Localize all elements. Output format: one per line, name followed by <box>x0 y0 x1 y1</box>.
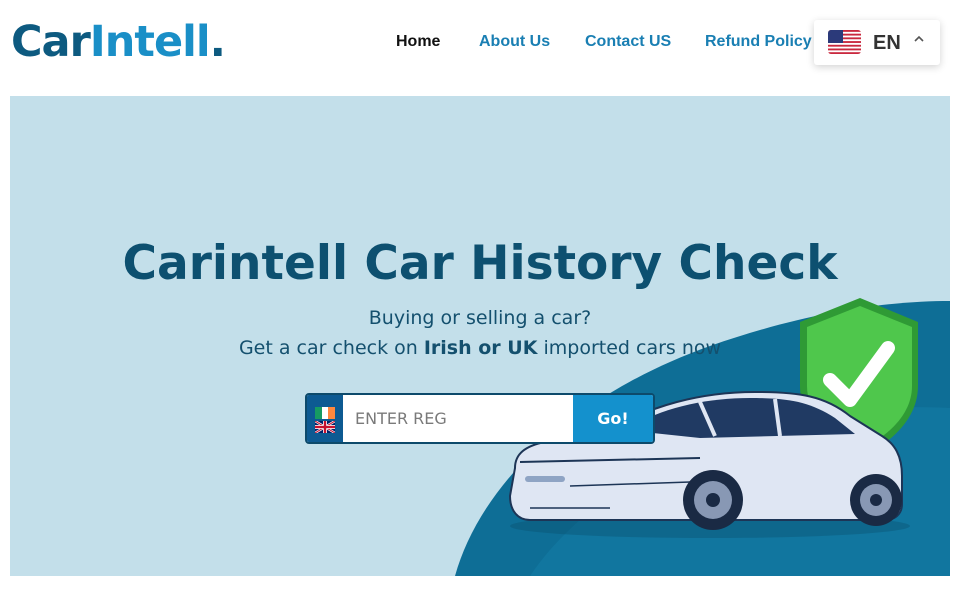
logo-part-dot: . <box>209 17 226 67</box>
go-button[interactable]: Go! <box>573 395 653 442</box>
carintell-logo[interactable]: CarIntell. <box>11 14 226 70</box>
uk-flag-icon <box>315 421 335 433</box>
nav-refund-policy[interactable]: Refund Policy <box>705 32 812 52</box>
nav-contact-us[interactable]: Contact US <box>585 32 671 52</box>
reg-input[interactable] <box>343 395 573 442</box>
hero-subtitle-line1: Buying or selling a car? <box>368 307 592 329</box>
chevron-up-icon <box>914 35 924 42</box>
language-selector[interactable]: EN <box>814 20 940 65</box>
logo-part-car: Car <box>11 17 91 67</box>
hero-section: Carintell Car History Check Buying or se… <box>10 96 950 576</box>
nav-about-us[interactable]: About Us <box>479 32 550 52</box>
logo-part-intell: Intell <box>89 17 211 67</box>
hero-title: Carintell Car History Check <box>122 236 838 291</box>
flag-box <box>307 395 343 442</box>
ireland-flag-icon <box>315 407 335 419</box>
reg-search-box: Go! <box>305 393 655 444</box>
language-code: EN <box>873 32 901 54</box>
subtitle-bold-text: Irish or UK <box>423 337 538 359</box>
subtitle-text: Get a car check on <box>238 337 424 359</box>
site-header: CarIntell. Home About Us Contact US Refu… <box>0 0 960 90</box>
us-flag-icon <box>828 30 861 54</box>
subtitle-text-end: imported cars now <box>537 337 722 359</box>
nav-home[interactable]: Home <box>396 32 440 52</box>
hero-subtitle-line2: Get a car check on Irish or UK imported … <box>10 336 950 360</box>
